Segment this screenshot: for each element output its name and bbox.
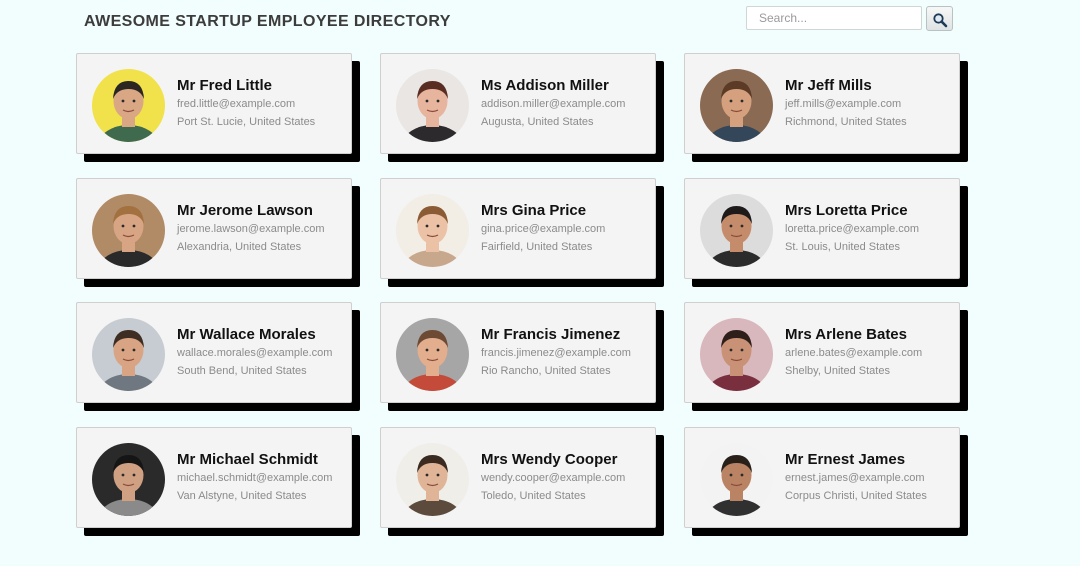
employee-info: Mr Wallace Morales wallace.morales@exampl… [177,326,347,378]
employee-info: Mr Francis Jimenez francis.jimenez@exampl… [481,326,651,378]
employee-location: Shelby, United States [785,365,890,377]
employee-name: Mr Ernest James [785,451,906,468]
employee-info: Ms Addison Miller addison.miller@example.… [481,77,651,129]
employee-card[interactable]: Mrs Gina Price gina.price@example.com Fair… [380,178,656,279]
employee-card[interactable]: Mr Michael Schmidt michael.schmidt@exampl… [76,427,352,528]
employee-name: Mr Jeff Mills [785,77,872,94]
employee-avatar [92,69,165,142]
employee-email: gina.price@example.com [481,223,606,235]
employee-email: loretta.price@example.com [785,223,920,235]
employee-email: arlene.bates@example.com [785,347,923,359]
employee-location: Rio Rancho, United States [481,365,611,377]
employee-avatar [396,318,469,391]
employee-name: Mrs Gina Price [481,202,587,219]
employee-info: Mr Jeff Mills jeff.mills@example.com Richm… [785,77,955,129]
magnifier-icon [932,13,947,28]
employee-info: Mr Ernest James ernest.james@example.com C… [785,451,955,503]
employee-name: Mrs Wendy Cooper [481,451,618,468]
employee-info: Mr Michael Schmidt michael.schmidt@exampl… [177,451,347,503]
employee-name: Mrs Arlene Bates [785,326,907,343]
employee-email: michael.schmidt@example.com [177,472,333,484]
employee-email: wallace.morales@example.com [177,347,333,359]
employee-email: francis.jimenez@example.com [481,347,631,359]
employee-card[interactable]: Mr Fred Little fred.little@example.com Por… [76,53,352,154]
employee-card[interactable]: Mrs Wendy Cooper wendy.cooper@example.com… [380,427,656,528]
employee-info: Mrs Wendy Cooper wendy.cooper@example.com… [481,451,651,503]
employee-location: St. Louis, United States [785,241,900,253]
employee-location: Corpus Christi, United States [785,490,927,502]
employee-avatar [92,318,165,391]
employee-location: Toledo, United States [481,490,586,502]
employee-name: Mr Jerome Lawson [177,202,313,219]
employee-name: Mr Francis Jimenez [481,326,621,343]
employee-email: jeff.mills@example.com [785,98,902,110]
employee-location: South Bend, United States [177,365,307,377]
employee-card[interactable]: Mr Wallace Morales wallace.morales@exampl… [76,302,352,403]
employee-info: Mrs Loretta Price loretta.price@example.c… [785,202,955,254]
employee-info: Mr Fred Little fred.little@example.com Por… [177,77,347,129]
employee-name: Mr Wallace Morales [177,326,316,343]
page-title: AWESOME STARTUP EMPLOYEE DIRECTORY [84,13,451,30]
employee-card[interactable]: Mr Ernest James ernest.james@example.com C… [684,427,960,528]
employee-info: Mrs Arlene Bates arlene.bates@example.com… [785,326,955,378]
employee-email: wendy.cooper@example.com [481,472,626,484]
employee-name: Ms Addison Miller [481,77,609,94]
employee-card[interactable]: Mrs Arlene Bates arlene.bates@example.com… [684,302,960,403]
employee-avatar [92,194,165,267]
employee-avatar [700,194,773,267]
search-input[interactable] [746,6,922,30]
employee-email: ernest.james@example.com [785,472,925,484]
employee-name: Mr Michael Schmidt [177,451,318,468]
employee-avatar [700,443,773,516]
employee-email: addison.miller@example.com [481,98,626,110]
employee-card[interactable]: Ms Addison Miller addison.miller@example.… [380,53,656,154]
employee-name: Mrs Loretta Price [785,202,908,219]
employee-avatar [396,443,469,516]
employee-avatar [92,443,165,516]
directory-page: AWESOME STARTUP EMPLOYEE DIRECTORY Mr Fr… [0,0,1080,566]
search-button[interactable] [926,6,953,31]
employee-location: Augusta, United States [481,116,594,128]
employee-card[interactable]: Mr Francis Jimenez francis.jimenez@exampl… [380,302,656,403]
employee-card[interactable]: Mr Jeff Mills jeff.mills@example.com Richm… [684,53,960,154]
employee-avatar [700,69,773,142]
employee-avatar [396,194,469,267]
employee-card[interactable]: Mr Jerome Lawson jerome.lawson@example.co… [76,178,352,279]
employee-email: jerome.lawson@example.com [177,223,325,235]
employee-location: Alexandria, United States [177,241,302,253]
employee-location: Richmond, United States [785,116,907,128]
employee-info: Mr Jerome Lawson jerome.lawson@example.co… [177,202,347,254]
employee-location: Van Alstyne, United States [177,490,307,502]
employee-avatar [700,318,773,391]
employee-info: Mrs Gina Price gina.price@example.com Fair… [481,202,651,254]
employee-location: Port St. Lucie, United States [177,116,316,128]
employee-name: Mr Fred Little [177,77,273,94]
employee-location: Fairfield, United States [481,241,593,253]
employee-avatar [396,69,469,142]
employee-card[interactable]: Mrs Loretta Price loretta.price@example.c… [684,178,960,279]
employee-email: fred.little@example.com [177,98,296,110]
